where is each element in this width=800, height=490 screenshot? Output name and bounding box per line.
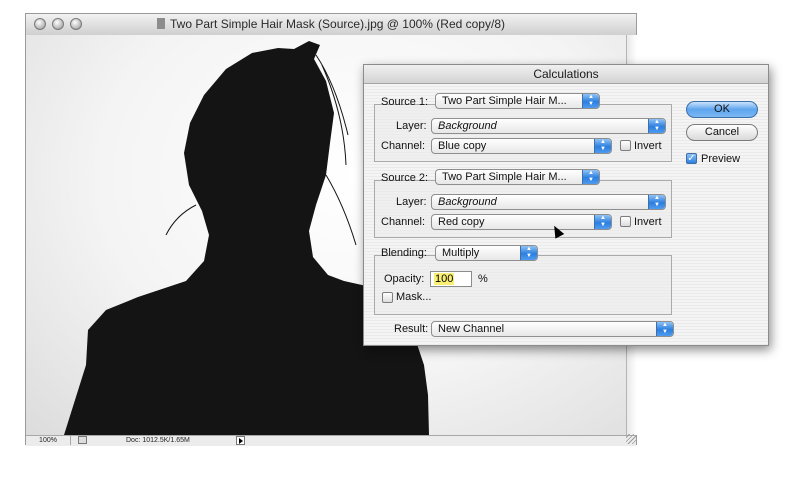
popup-arrows-icon: ▲ ▼ bbox=[582, 170, 599, 184]
document-titlebar[interactable]: Two Part Simple Hair Mask (Source).jpg @… bbox=[26, 14, 636, 36]
zoom-level-field[interactable]: 100% bbox=[26, 436, 71, 445]
source1-invert-label: Invert bbox=[634, 140, 662, 152]
result-label: Result: bbox=[394, 323, 429, 335]
source1-channel-label: Channel: bbox=[381, 140, 426, 152]
preview-label: Preview bbox=[701, 153, 741, 165]
source1-file-value: Two Part Simple Hair M... bbox=[442, 95, 567, 107]
source1-channel-popup[interactable]: Blue copy ▲ ▼ bbox=[431, 138, 612, 154]
blending-group bbox=[374, 255, 672, 315]
hair-strand bbox=[165, 204, 197, 236]
blending-label: Blending: bbox=[381, 247, 427, 259]
source1-layer-popup[interactable]: Background ▲ ▼ bbox=[431, 118, 666, 134]
source2-invert-checkbox[interactable] bbox=[620, 216, 631, 227]
hair-strand bbox=[325, 174, 357, 246]
source2-legend: Source 2: bbox=[381, 172, 429, 184]
opacity-input[interactable]: 100 bbox=[430, 271, 472, 287]
source2-file-popup[interactable]: Two Part Simple Hair M... ▲ ▼ bbox=[435, 169, 600, 185]
popup-arrows-icon: ▲ ▼ bbox=[648, 195, 665, 209]
source2-layer-label: Layer: bbox=[396, 196, 427, 208]
popup-arrows-icon: ▲ ▼ bbox=[582, 94, 599, 108]
source2-channel-label: Channel: bbox=[381, 216, 426, 228]
source1-invert-checkbox[interactable] bbox=[620, 140, 631, 151]
popup-arrows-icon: ▲ ▼ bbox=[656, 322, 673, 336]
mask-checkbox[interactable] bbox=[382, 292, 393, 303]
source1-file-popup[interactable]: Two Part Simple Hair M... ▲ ▼ bbox=[435, 93, 600, 109]
popup-arrows-icon: ▲ ▼ bbox=[520, 246, 537, 260]
document-title-container: Two Part Simple Hair Mask (Source).jpg @… bbox=[26, 17, 636, 31]
opacity-percent: % bbox=[478, 273, 488, 285]
source1-layer-label: Layer: bbox=[396, 120, 427, 132]
popup-arrows-icon: ▲ ▼ bbox=[594, 139, 611, 153]
result-value: New Channel bbox=[438, 323, 505, 335]
source2-channel-popup[interactable]: Red copy ▲ ▼ bbox=[431, 214, 612, 230]
calculations-dialog: Calculations Source 1: Two Part Simple H… bbox=[363, 64, 769, 346]
status-info-icon[interactable] bbox=[78, 436, 87, 444]
source2-file-value: Two Part Simple Hair M... bbox=[442, 171, 567, 183]
result-popup[interactable]: New Channel ▲ ▼ bbox=[431, 321, 674, 337]
opacity-label: Opacity: bbox=[384, 273, 425, 285]
blending-mode-value: Multiply bbox=[442, 247, 480, 259]
source2-channel-value: Red copy bbox=[438, 216, 485, 228]
source1-legend: Source 1: bbox=[381, 96, 429, 108]
popup-arrows-icon: ▲ ▼ bbox=[594, 215, 611, 229]
file-proxy-icon bbox=[157, 18, 166, 29]
document-size-info: Doc: 1012.5K/1.65M bbox=[126, 437, 190, 444]
preview-checkbox[interactable]: ✓ bbox=[686, 153, 697, 164]
ok-button[interactable]: OK bbox=[686, 101, 758, 118]
status-bar: 100% Doc: 1012.5K/1.65M bbox=[26, 435, 636, 446]
opacity-value: 100 bbox=[434, 273, 455, 285]
source2-layer-value: Background bbox=[438, 196, 497, 208]
source2-layer-popup[interactable]: Background ▲ ▼ bbox=[431, 194, 666, 210]
popup-arrows-icon: ▲ ▼ bbox=[648, 119, 665, 133]
resize-grip[interactable] bbox=[626, 434, 636, 444]
mask-label[interactable]: Mask... bbox=[396, 291, 431, 303]
blending-mode-popup[interactable]: Multiply ▲ ▼ bbox=[435, 245, 538, 261]
source1-layer-value: Background bbox=[438, 120, 497, 132]
source1-channel-value: Blue copy bbox=[438, 140, 487, 152]
dialog-title[interactable]: Calculations bbox=[364, 65, 768, 84]
cancel-button[interactable]: Cancel bbox=[686, 124, 758, 141]
document-title: Two Part Simple Hair Mask (Source).jpg @… bbox=[170, 17, 505, 31]
source2-invert-label: Invert bbox=[634, 216, 662, 228]
status-menu-arrow-icon[interactable] bbox=[236, 436, 245, 445]
